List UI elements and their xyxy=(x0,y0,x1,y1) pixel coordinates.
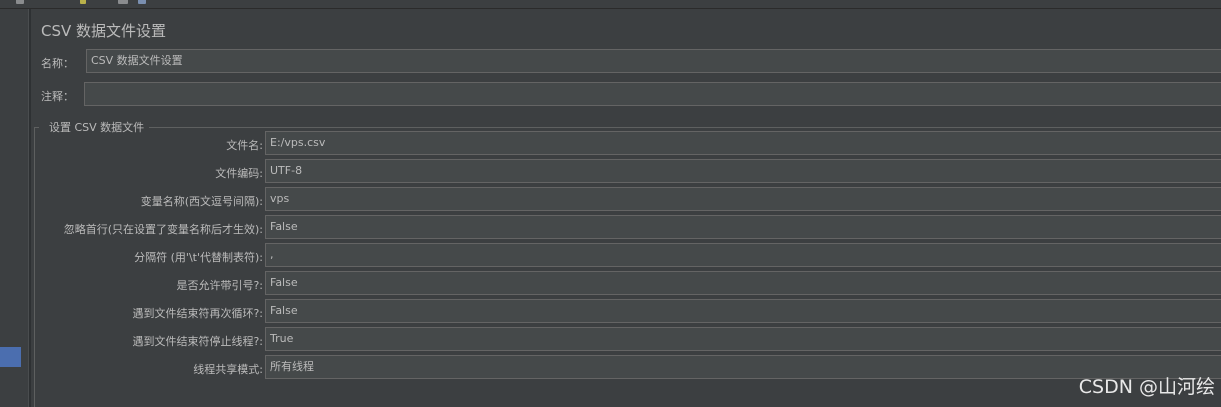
variable-names-label: 变量名称(西文逗号间隔): xyxy=(140,195,263,208)
ignore-first-line-label: 忽略首行(只在设置了变量名称后才生效): xyxy=(63,223,263,236)
delimiter-label: 分隔符 (用'\t'代替制表符): xyxy=(134,251,263,264)
group-title: 设置 CSV 数据文件 xyxy=(47,119,147,135)
filename-label: 文件名: xyxy=(226,139,263,152)
allow-quoted-label: 是否允许带引号?: xyxy=(176,279,263,292)
toolbar-icon[interactable] xyxy=(16,0,24,4)
delimiter-field[interactable]: , xyxy=(265,243,1221,267)
toolbar-icon[interactable] xyxy=(80,0,86,4)
filename-field[interactable]: E:/vps.csv xyxy=(265,131,1221,155)
watermark: CSDN @山河绘 xyxy=(1078,376,1215,398)
recycle-on-eof-field[interactable]: False xyxy=(265,299,1221,323)
group-border xyxy=(149,127,1221,128)
stop-thread-on-eof-field[interactable]: True xyxy=(265,327,1221,351)
csv-data-set-config-window: CSV 数据文件设置 名称： CSV 数据文件设置 注释： 设置 CSV 数据文… xyxy=(0,0,1221,407)
file-encoding-field[interactable]: UTF-8 xyxy=(265,159,1221,183)
recycle-on-eof-label: 遇到文件结束符再次循环?: xyxy=(132,307,263,320)
file-encoding-label: 文件编码: xyxy=(215,167,263,180)
name-label: 名称： xyxy=(41,57,74,70)
group-border xyxy=(34,127,35,407)
ignore-first-line-field[interactable]: False xyxy=(265,215,1221,239)
toolbar-icon[interactable] xyxy=(138,0,146,4)
toolbar xyxy=(0,0,1221,9)
config-panel: CSV 数据文件设置 名称： CSV 数据文件设置 注释： 设置 CSV 数据文… xyxy=(31,9,1221,407)
sharing-mode-field[interactable]: 所有线程 xyxy=(265,355,1221,379)
allow-quoted-field[interactable]: False xyxy=(265,271,1221,295)
stop-thread-on-eof-label: 遇到文件结束符停止线程?: xyxy=(132,335,263,348)
comment-label: 注释： xyxy=(41,90,74,103)
tree-selected-node[interactable] xyxy=(0,347,21,367)
comment-field[interactable] xyxy=(84,82,1221,106)
sharing-mode-label: 线程共享模式: xyxy=(193,363,263,376)
page-title: CSV 数据文件设置 xyxy=(41,22,167,40)
toolbar-icon[interactable] xyxy=(118,0,128,4)
name-field[interactable]: CSV 数据文件设置 xyxy=(86,49,1221,73)
variable-names-field[interactable]: vps xyxy=(265,187,1221,211)
